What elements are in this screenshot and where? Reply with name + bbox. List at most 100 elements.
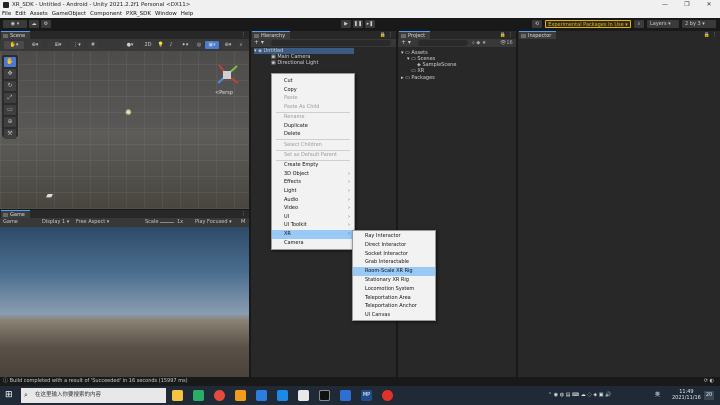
menu-item-duplicate[interactable]: Duplicate [272,122,354,131]
menu-item-camera[interactable]: Camera [272,239,354,248]
visual-studio-icon[interactable] [340,390,351,401]
xr-item-teleportation-area[interactable]: Teleportation Area [353,294,435,303]
xr-item-grab-interactable[interactable]: Grab Interactable [353,258,435,267]
rect-tool-icon[interactable]: ▭ [4,105,16,115]
filter-icons[interactable]: ⌕ ◆ ★ [472,39,486,47]
menu-file[interactable]: File [2,11,11,17]
hidden-objects-icon[interactable]: ◎ [195,41,203,49]
taskbar-clock[interactable]: 11:49 2021/11/16 [672,389,701,401]
camera-icon[interactable]: ▣▾ [205,41,219,49]
scene-viewport[interactable]: ✺ ▰ <Persp [0,51,249,209]
menu-item-delete[interactable]: Delete [272,130,354,139]
menu-item-copy[interactable]: Copy [272,86,354,95]
scale-tool-icon[interactable]: ⤢ [4,93,16,103]
hierarchy-search-input[interactable] [271,40,391,46]
project-tree-packages[interactable]: ▸ ▭ Packages [401,75,435,81]
menu-help[interactable]: Help [181,11,194,17]
system-tray-icons[interactable]: ⌃ ◉ ◍ ▤ ⌨ ☁ ◌ ◈ ▣ 🔊 [548,386,611,405]
lighting-icon[interactable]: 💡 [157,41,165,49]
inspector-menu-icon[interactable]: ⋮ [712,31,717,39]
pivot-dropdown[interactable]: ⊕▾ [28,41,42,49]
close-button[interactable]: ✕ [698,0,720,10]
inspector-lock-icon[interactable]: 🔒 [704,31,710,39]
xr-item-ray-interactor[interactable]: Ray Interactor [353,232,435,241]
search-icon[interactable]: ⌕ [634,20,644,28]
display-dropdown[interactable]: Display 1 ▾ [42,218,69,227]
project-tree-xr[interactable]: ▭ XR [411,68,424,74]
menu-window[interactable]: Window [155,11,177,17]
game-panel-menu-icon[interactable]: ⋮ [241,210,246,218]
menu-item-ui-toolkit[interactable]: UI Toolkit › [272,221,354,230]
collab-icon[interactable]: ⚙ [41,20,51,28]
step-button[interactable]: ▸❚ [365,20,375,28]
global-dropdown[interactable]: ⊞▾ [48,41,68,49]
cloud-icon[interactable]: ☁ [29,20,39,28]
maximize-button[interactable]: ❐ [676,0,698,10]
game-more-menu[interactable]: M [241,218,245,227]
scene-panel-menu-icon[interactable]: ⋮ [241,31,246,39]
scale-slider[interactable] [160,222,174,223]
menu-item-xr[interactable]: XR › [272,230,354,239]
windows-start-icon[interactable]: ⊞ [5,390,16,401]
chrome-icon[interactable] [214,390,225,401]
history-icon[interactable]: ⟲ [532,20,542,28]
aspect-dropdown[interactable]: Free Aspect ▾ [76,218,109,227]
gizmos-icon[interactable]: ⊕▾ [222,41,234,49]
menu-item-cut[interactable]: Cut [272,77,354,86]
project-menu-icon[interactable]: ⋮ [508,31,513,39]
menu-item-effects[interactable]: Effects › [272,178,354,187]
minimize-button[interactable]: — [654,0,676,10]
xr-item-teleportation-anchor[interactable]: Teleportation Anchor [353,302,435,311]
xr-item-locomotion-system[interactable]: Locomotion System [353,285,435,294]
effects-icon[interactable]: ✦▾ [177,41,193,49]
mail-icon[interactable] [277,390,288,401]
persp-label[interactable]: <Persp [215,90,233,96]
hidden-packages-count[interactable]: 👁16 [500,39,513,47]
tab-game[interactable]: Game [1,210,30,218]
menu-item-ui[interactable]: UI › [272,213,354,222]
mp-app-icon[interactable]: MP [361,390,372,401]
xr-item-stationary-xr-rig[interactable]: Stationary XR Rig [353,276,435,285]
tab-hierarchy[interactable]: Hierarchy [252,31,291,39]
custom-tool-icon[interactable]: ⚒ [4,129,16,139]
taskbar-search-box[interactable]: ⌕ 在这里输入你要搜索的内容 [21,388,166,403]
2d-toggle[interactable]: 2D [142,41,154,49]
notification-badge[interactable]: 20 [704,391,714,400]
menu-item-audio[interactable]: Audio › [272,196,354,205]
grid-icon[interactable]: # [88,41,98,49]
game-viewport[interactable] [0,227,249,377]
layers-dropdown[interactable]: Layers ▾ [647,20,679,28]
pause-button[interactable]: ❚❚ [353,20,363,28]
menu-item-create-empty[interactable]: Create Empty [272,161,354,170]
project-create-dropdown[interactable]: + ▾ [401,39,411,47]
status-message[interactable]: Build completed with a result of 'Succee… [10,378,188,384]
hierarchy-menu-icon[interactable]: ⋮ [388,31,393,39]
menu-pxr-sdk[interactable]: PXR_SDK [126,11,151,17]
menu-item-3d-object[interactable]: 3D Object › [272,170,354,179]
rotate-tool-icon[interactable]: ↻ [4,81,16,91]
ime-indicator[interactable]: 英 [655,386,660,405]
xr-item-socket-interactor[interactable]: Socket Interactor [353,250,435,259]
project-lock-icon[interactable]: 🔒 [500,31,506,39]
game-mode-dropdown[interactable]: Game [3,218,18,227]
maps-icon[interactable] [256,390,267,401]
transform-tool-icon[interactable]: ⊕ [4,117,16,127]
experimental-packages-badge[interactable]: Experimental Packages In Use ▾ [545,20,631,28]
search-app-icon[interactable] [235,390,246,401]
hierarchy-lock-icon[interactable]: 🔒 [380,31,386,39]
unity-hub-icon[interactable] [319,390,330,401]
camera-gizmo-icon[interactable]: ▰ [46,191,53,201]
unity-icon[interactable] [298,390,309,401]
audio-icon[interactable]: ♪ [167,41,175,49]
wechat-icon[interactable] [193,390,204,401]
search-scene-icon[interactable]: ⌕ [236,41,246,49]
file-explorer-icon[interactable] [172,390,183,401]
scene-orientation-gizmo-icon[interactable] [213,61,241,89]
xr-item-direct-interactor[interactable]: Direct Interactor [353,241,435,250]
create-dropdown[interactable]: + ▾ [254,39,264,47]
project-search-input[interactable] [418,40,468,46]
hand-tool-dropdown[interactable]: ✋▾ [4,41,24,49]
netease-music-icon[interactable] [382,390,393,401]
menu-item-video[interactable]: Video › [272,204,354,213]
hierarchy-item-directional-light[interactable]: ▣ Directional Light [271,60,318,66]
